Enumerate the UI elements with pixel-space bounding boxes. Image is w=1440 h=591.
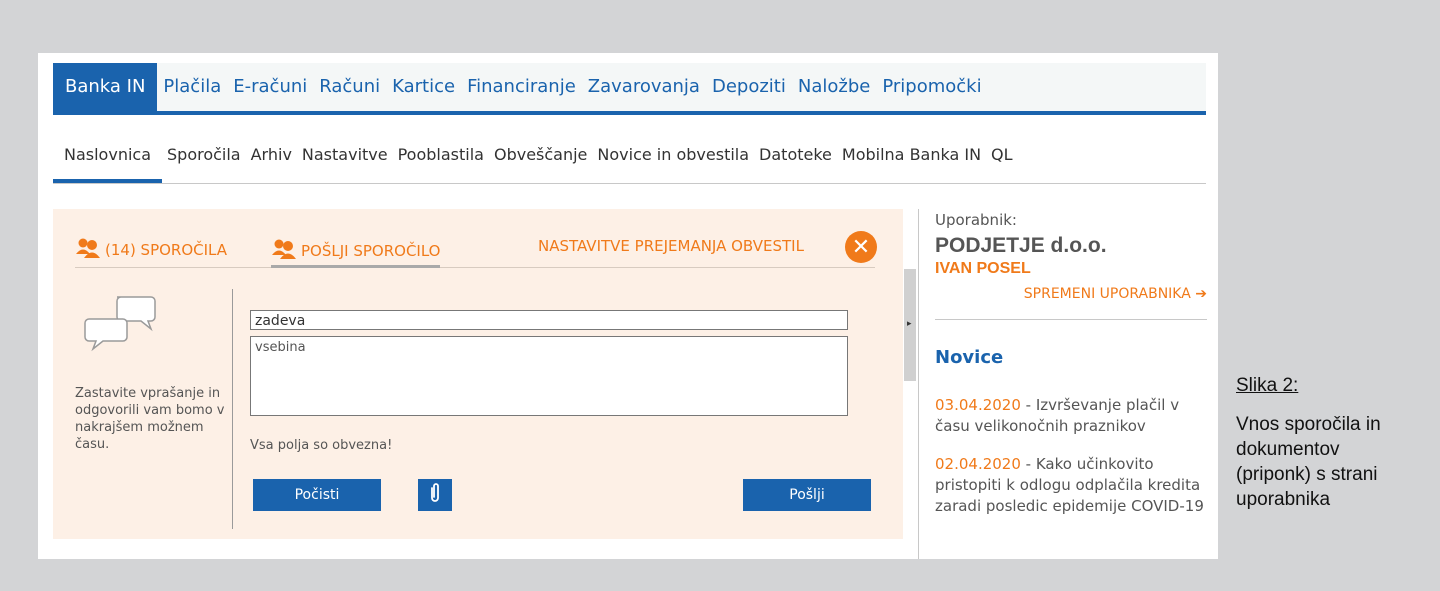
tab-inbox[interactable]: (14) SPOROČILA — [75, 237, 227, 263]
send-button[interactable]: Pošlji — [743, 479, 871, 511]
tab-inbox-label: (14) SPOROČILA — [105, 241, 228, 259]
chat-bubbles-icon — [83, 293, 159, 357]
user-name: IVAN POSEL — [935, 260, 1031, 277]
column-divider — [232, 289, 233, 529]
news-date: 02.04.2020 — [935, 455, 1021, 473]
top-nav-racuni[interactable]: Računi — [313, 63, 386, 111]
top-navigation: Banka IN Plačila E-računi Računi Kartice… — [53, 63, 1206, 115]
tab-notification-settings[interactable]: NASTAVITVE PREJEMANJA OBVESTIL — [538, 237, 804, 255]
news-heading: Novice — [935, 347, 1004, 368]
top-nav-banka-in[interactable]: Banka IN — [53, 63, 158, 111]
attach-button[interactable] — [418, 479, 452, 511]
sub-nav-arhiv[interactable]: Arhiv — [246, 115, 297, 183]
top-nav-pripomocki[interactable]: Pripomočki — [876, 63, 987, 111]
sidebar-divider — [935, 319, 1207, 320]
news-date: 03.04.2020 — [935, 396, 1021, 414]
help-text: Zastavite vprašanje in odgovorili vam bo… — [75, 386, 225, 452]
message-body-textarea[interactable]: vsebina — [250, 336, 848, 416]
top-nav-nalozbe[interactable]: Naložbe — [792, 63, 876, 111]
top-nav-depoziti[interactable]: Depoziti — [706, 63, 792, 111]
tab-send-label: POŠLJI SPOROČILO — [301, 242, 441, 260]
caption-text: Vnos sporočila in dokumentov (priponk) s… — [1236, 414, 1381, 510]
sub-nav-naslovnica[interactable]: Naslovnica — [53, 115, 162, 183]
sub-nav-pooblastila[interactable]: Pooblastila — [393, 115, 489, 183]
sub-nav-obvescanje[interactable]: Obveščanje — [489, 115, 592, 183]
user-label: Uporabnik: — [935, 211, 1017, 229]
help-column: Zastavite vprašanje in odgovorili vam bo… — [75, 289, 235, 529]
top-nav-e-racuni[interactable]: E-računi — [227, 63, 313, 111]
sub-nav-novice-in-obvestila[interactable]: Novice in obvestila — [592, 115, 754, 183]
news-item[interactable]: 03.04.2020 - Izvrševanje plačil v času v… — [935, 395, 1207, 437]
close-icon[interactable]: ✕ — [845, 231, 877, 263]
bank-app-screenshot: Banka IN Plačila E-računi Računi Kartice… — [38, 53, 1218, 559]
figure-caption: Slika 2: Vnos sporočila in dokumentov (p… — [1236, 375, 1426, 512]
message-panel: (14) SPOROČILA POŠLJI SPOROČILO NASTAVIT… — [53, 209, 903, 539]
message-tabs: (14) SPOROČILA POŠLJI SPOROČILO NASTAVIT… — [75, 227, 877, 268]
arrow-right-icon: ➔ — [1195, 286, 1207, 302]
sub-navigation: Naslovnica Sporočila Arhiv Nastavitve Po… — [53, 115, 1206, 184]
change-user-link[interactable]: SPREMENI UPORABNIKA ➔ — [1024, 286, 1207, 302]
sub-nav-datoteke[interactable]: Datoteke — [754, 115, 837, 183]
required-note: Vsa polja so obvezna! — [250, 438, 393, 453]
subject-input[interactable]: zadeva — [250, 310, 848, 330]
clear-button[interactable]: Počisti — [253, 479, 381, 511]
collapse-arrow-icon: ▸ — [907, 319, 912, 329]
sub-nav-ql[interactable]: QL — [986, 115, 1018, 183]
right-divider — [918, 209, 919, 559]
sub-nav-mobilna-banka-in[interactable]: Mobilna Banka IN — [837, 115, 986, 183]
sub-nav-sporocila[interactable]: Sporočila — [162, 115, 246, 183]
paperclip-icon — [428, 482, 442, 508]
top-nav-kartice[interactable]: Kartice — [386, 63, 461, 111]
caption-label: Slika 2: — [1236, 375, 1299, 396]
tab-send-message[interactable]: POŠLJI SPOROČILO — [271, 237, 441, 268]
sub-nav-nastavitve[interactable]: Nastavitve — [297, 115, 393, 183]
users-icon — [75, 237, 101, 263]
company-name: PODJETJE d.o.o. — [935, 234, 1107, 257]
top-nav-financiranje[interactable]: Financiranje — [461, 63, 582, 111]
news-item[interactable]: 02.04.2020 - Kako učinkovito pristopiti … — [935, 454, 1207, 517]
top-nav-placila[interactable]: Plačila — [157, 63, 227, 111]
users-icon — [271, 238, 297, 264]
change-user-label: SPREMENI UPORABNIKA — [1023, 286, 1191, 302]
tab-settings-label: NASTAVITVE PREJEMANJA OBVESTIL — [538, 237, 804, 255]
top-nav-zavarovanja[interactable]: Zavarovanja — [582, 63, 706, 111]
